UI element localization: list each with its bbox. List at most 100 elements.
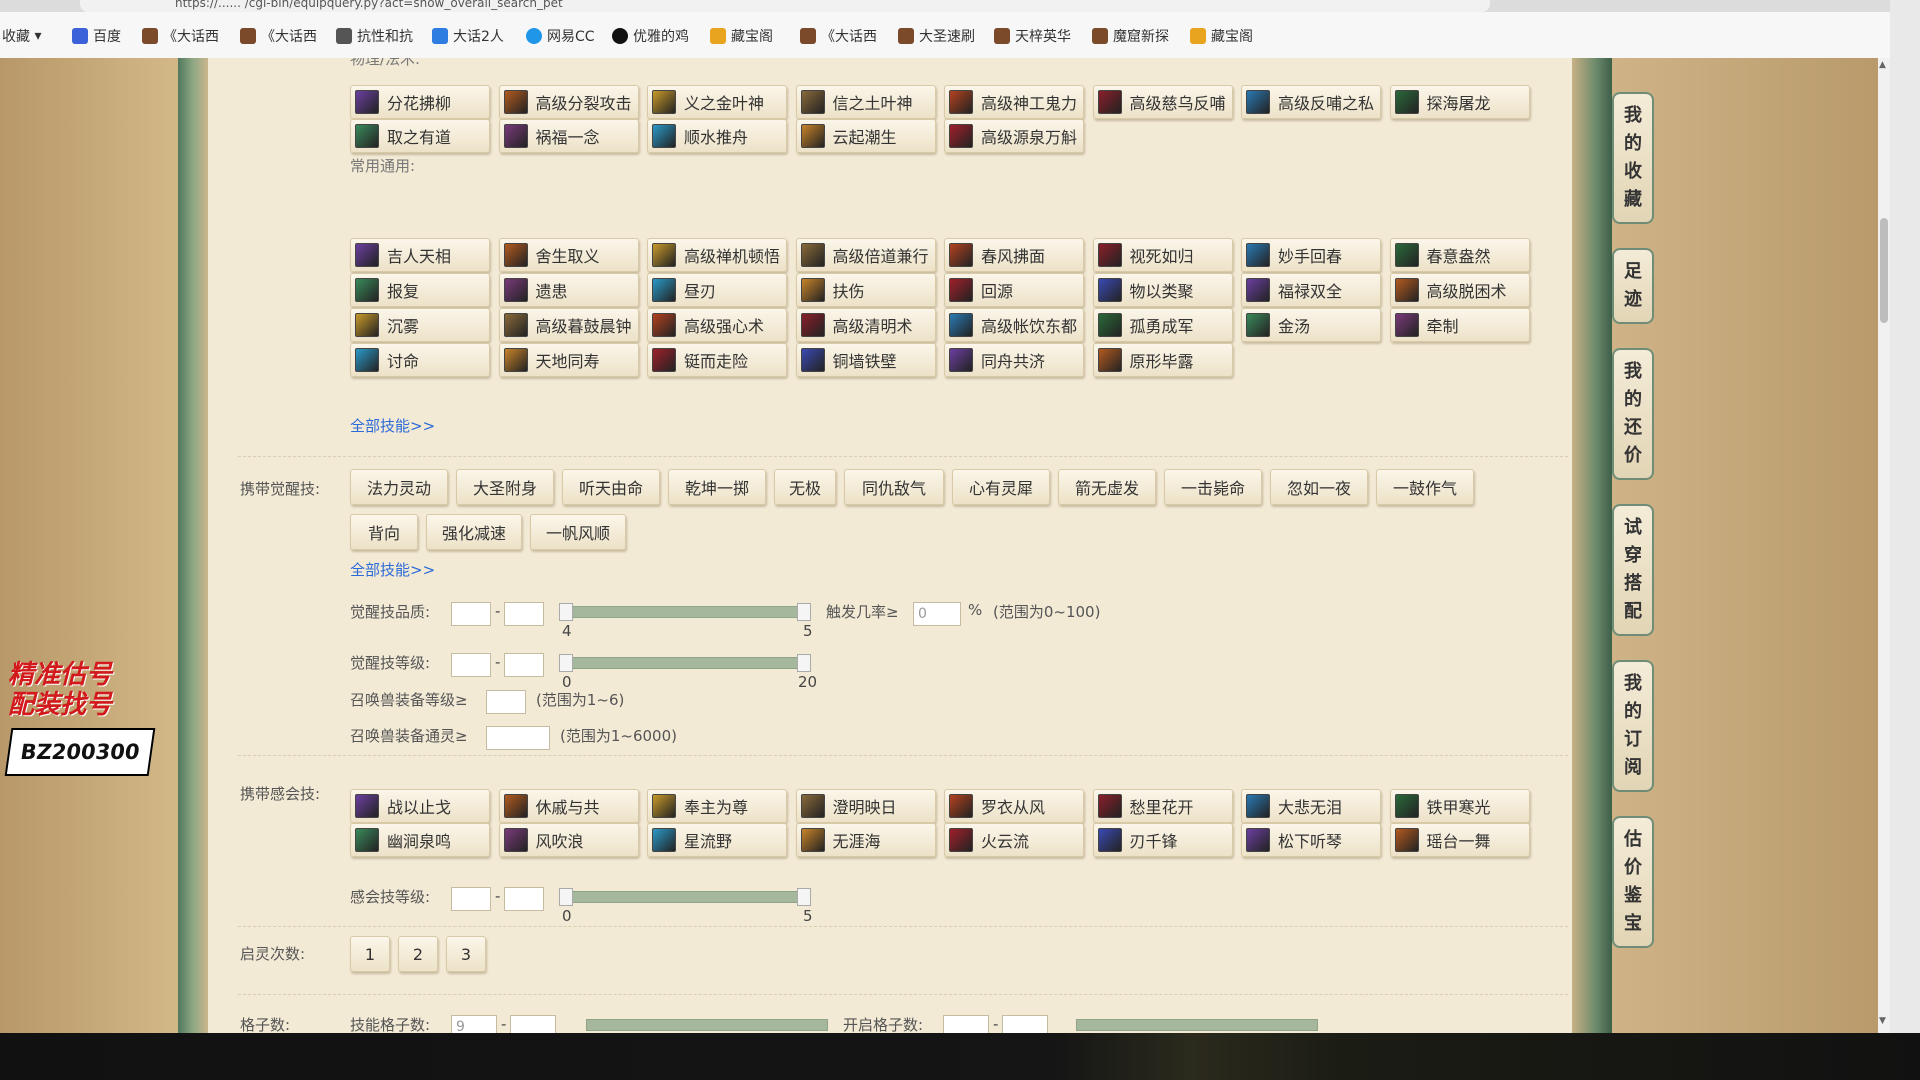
- side-tab-try-on[interactable]: 试穿搭配: [1612, 504, 1654, 636]
- skill-grid-max-input[interactable]: [510, 1015, 556, 1033]
- awaken-quality-max-input[interactable]: [504, 602, 544, 626]
- common-skill-option[interactable]: 高级脱困术: [1389, 273, 1530, 307]
- awaken-all-skills-link[interactable]: 全部技能>>: [350, 559, 435, 580]
- common-skill-option[interactable]: 原形毕露: [1092, 343, 1233, 377]
- qiling-option-3[interactable]: 3: [446, 936, 486, 972]
- common-skill-option[interactable]: 物以类聚: [1092, 273, 1233, 307]
- insight-skill-option[interactable]: 幽涧泉鸣: [350, 823, 490, 857]
- awaken-skill-tag[interactable]: 听天由命: [562, 469, 660, 505]
- physical-skill-option[interactable]: 高级源泉万斛: [944, 119, 1084, 153]
- insight-skill-option[interactable]: 愁里花开: [1092, 789, 1233, 823]
- page-scrollbar[interactable]: ▲ ▼: [1878, 58, 1890, 1033]
- common-skill-option[interactable]: 扶伤: [795, 273, 936, 307]
- awaken-skill-tag[interactable]: 箭无虚发: [1058, 469, 1156, 505]
- bookmark-item[interactable]: 优雅的鸡: [612, 26, 689, 46]
- awaken-quality-min-input[interactable]: [451, 602, 491, 626]
- slider-min-handle[interactable]: [559, 888, 573, 906]
- physical-skill-option[interactable]: 探海屠龙: [1389, 85, 1530, 119]
- bookmark-item[interactable]: 大话2人: [432, 26, 504, 46]
- awaken-skill-tag[interactable]: 一击毙命: [1164, 469, 1262, 505]
- awaken-skill-tag[interactable]: 大圣附身: [456, 469, 554, 505]
- common-skill-option[interactable]: 金汤: [1241, 308, 1381, 342]
- open-grid-min-input[interactable]: [943, 1015, 989, 1033]
- awaken-level-max-input[interactable]: [504, 653, 544, 677]
- bookmark-item[interactable]: 魔窟新探: [1092, 26, 1169, 46]
- bookmark-item[interactable]: 《大话西: [800, 26, 877, 46]
- address-bar[interactable]: https://...... /cgi-bin/equipquery.py?ac…: [80, 0, 1490, 12]
- slider-min-handle[interactable]: [559, 603, 573, 621]
- awaken-skill-tag[interactable]: 心有灵犀: [952, 469, 1050, 505]
- insight-skill-option[interactable]: 战以止戈: [350, 789, 490, 823]
- awaken-skill-tag[interactable]: 背向: [350, 514, 418, 550]
- awaken-skill-tag[interactable]: 乾坤一掷: [668, 469, 766, 505]
- common-skill-option[interactable]: 铤而走险: [647, 343, 787, 377]
- physical-skill-option[interactable]: 高级反哺之私: [1241, 85, 1381, 119]
- scroll-up-arrow-icon[interactable]: ▲: [1879, 60, 1886, 70]
- insight-skill-option[interactable]: 奉主为尊: [647, 789, 787, 823]
- common-skill-option[interactable]: 高级帐饮东都: [944, 308, 1084, 342]
- insight-skill-option[interactable]: 星流野: [647, 823, 787, 857]
- awaken-level-slider[interactable]: [559, 654, 811, 672]
- physical-skill-option[interactable]: 高级慈乌反哺: [1092, 85, 1233, 119]
- physical-skill-option[interactable]: 信之土叶神: [795, 85, 936, 119]
- insight-skill-option[interactable]: 休戚与共: [498, 789, 639, 823]
- awaken-skill-tag[interactable]: 法力灵动: [350, 469, 448, 505]
- scroll-down-arrow-icon[interactable]: ▼: [1879, 1016, 1886, 1026]
- common-skill-option[interactable]: 铜墙铁壁: [795, 343, 936, 377]
- physical-skill-option[interactable]: 分花拂柳: [350, 85, 490, 119]
- bookmark-item[interactable]: 百度: [72, 26, 121, 46]
- awaken-skill-tag[interactable]: 一鼓作气: [1376, 469, 1474, 505]
- common-skill-option[interactable]: 春意盎然: [1389, 238, 1530, 272]
- equip-spirit-input[interactable]: [486, 726, 550, 750]
- awaken-skill-tag[interactable]: 同仇敌气: [844, 469, 944, 505]
- slider-min-handle[interactable]: [559, 654, 573, 672]
- bookmark-item[interactable]: 藏宝阁: [710, 26, 773, 46]
- side-tab-counter-offers[interactable]: 我的还价: [1612, 348, 1654, 480]
- common-skill-option[interactable]: 沉雾: [350, 308, 490, 342]
- awaken-quality-slider[interactable]: [559, 603, 811, 621]
- physical-skill-option[interactable]: 祸福一念: [498, 119, 639, 153]
- all-skills-link[interactable]: 全部技能>>: [350, 415, 435, 436]
- common-skill-option[interactable]: 回源: [944, 273, 1084, 307]
- insight-skill-option[interactable]: 火云流: [944, 823, 1084, 857]
- bookmark-item[interactable]: 藏宝阁: [1190, 26, 1253, 46]
- insight-skill-option[interactable]: 铁甲寒光: [1389, 789, 1530, 823]
- trigger-rate-input[interactable]: [913, 602, 961, 626]
- insight-skill-option[interactable]: 刃千锋: [1092, 823, 1233, 857]
- bookmark-item[interactable]: 天梓英华: [994, 26, 1071, 46]
- equip-level-input[interactable]: [486, 690, 526, 714]
- awaken-skill-tag[interactable]: 无极: [774, 469, 836, 505]
- physical-skill-option[interactable]: 取之有道: [350, 119, 490, 153]
- physical-skill-option[interactable]: 高级分裂攻击: [498, 85, 639, 119]
- common-skill-option[interactable]: 视死如归: [1092, 238, 1233, 272]
- physical-skill-option[interactable]: 义之金叶神: [647, 85, 787, 119]
- side-tab-favorites[interactable]: 我的收藏: [1612, 92, 1654, 224]
- insight-skill-option[interactable]: 松下听琴: [1241, 823, 1381, 857]
- common-skill-option[interactable]: 高级禅机顿悟: [647, 238, 787, 272]
- common-skill-option[interactable]: 妙手回春: [1241, 238, 1381, 272]
- common-skill-option[interactable]: 报复: [350, 273, 490, 307]
- common-skill-option[interactable]: 高级强心术: [647, 308, 787, 342]
- common-skill-option[interactable]: 高级暮鼓晨钟: [498, 308, 639, 342]
- bookmark-item[interactable]: 抗性和抗: [336, 26, 413, 46]
- insight-skill-option[interactable]: 无涯海: [795, 823, 936, 857]
- physical-skill-option[interactable]: 顺水推舟: [647, 119, 787, 153]
- slider-max-handle[interactable]: [797, 603, 811, 621]
- common-skill-option[interactable]: 舍生取义: [498, 238, 639, 272]
- awaken-skill-tag[interactable]: 一帆风顺: [530, 514, 626, 550]
- bookmark-item[interactable]: 《大话西: [142, 26, 219, 46]
- open-grid-max-input[interactable]: [1002, 1015, 1048, 1033]
- slider-max-handle[interactable]: [797, 888, 811, 906]
- common-skill-option[interactable]: 孤勇成军: [1092, 308, 1233, 342]
- skill-grid-slider[interactable]: [586, 1019, 828, 1031]
- common-skill-option[interactable]: 福禄双全: [1241, 273, 1381, 307]
- side-tab-subscriptions[interactable]: 我的订阅: [1612, 660, 1654, 792]
- qiling-option-1[interactable]: 1: [350, 936, 390, 972]
- open-grid-slider[interactable]: [1076, 1019, 1318, 1031]
- bookmark-item[interactable]: 网易CC: [526, 26, 595, 46]
- common-skill-option[interactable]: 高级清明术: [795, 308, 936, 342]
- side-tab-appraisal[interactable]: 估价鉴宝: [1612, 816, 1654, 948]
- insight-skill-option[interactable]: 瑶台一舞: [1389, 823, 1530, 857]
- skill-grid-min-input[interactable]: [451, 1015, 497, 1033]
- insight-skill-option[interactable]: 罗衣从风: [944, 789, 1084, 823]
